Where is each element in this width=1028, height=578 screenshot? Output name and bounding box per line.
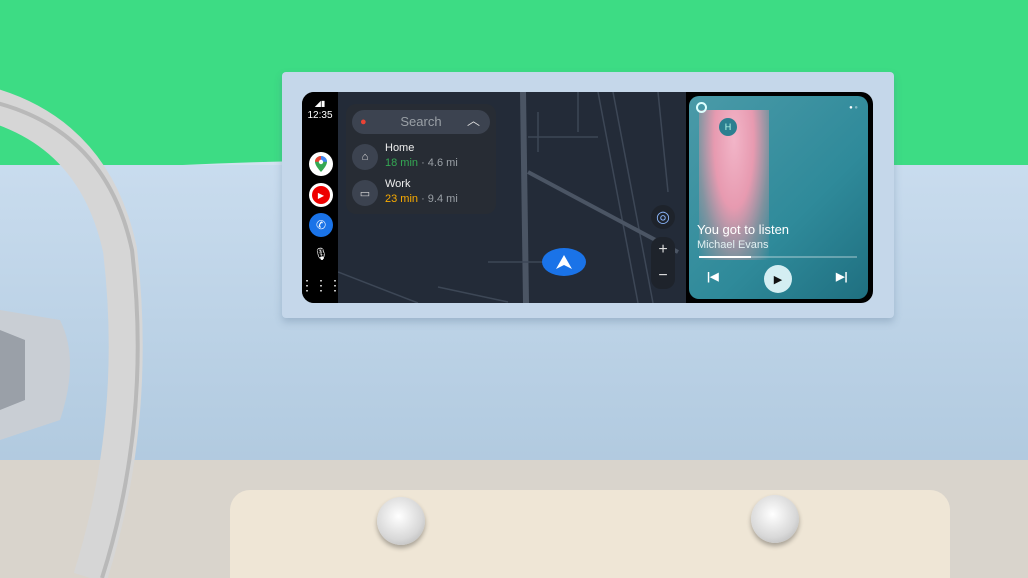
track-artist: Michael Evans <box>697 239 769 251</box>
page-indicator: ● ● <box>849 105 858 111</box>
center-console <box>230 490 950 578</box>
search-bar[interactable]: ● Search ︿ <box>352 110 490 134</box>
progress-fill <box>699 256 752 258</box>
progress-bar[interactable] <box>699 256 857 258</box>
eta-distance: · 9.4 mi <box>418 193 458 205</box>
briefcase-icon: ▭ <box>352 180 378 206</box>
headphones: H <box>719 118 737 136</box>
recenter-button[interactable]: ◎ <box>651 205 675 229</box>
chevron-up-icon[interactable]: ︿ <box>467 109 480 133</box>
previous-track-button[interactable]: |◀ <box>707 270 719 283</box>
next-track-button[interactable]: ▶| <box>836 270 848 283</box>
destination-eta: 23 min · 9.4 mi <box>385 193 458 205</box>
zoom-controls: + − <box>651 237 675 289</box>
navigation-arrow-icon <box>542 248 586 276</box>
track-title: You got to listen <box>697 222 790 237</box>
search-placeholder: Search <box>400 114 442 129</box>
recenter-icon: ◎ <box>656 209 670 226</box>
media-card[interactable]: H ● ● You got to listen Michael Evans |◀… <box>689 96 868 299</box>
destination-name: Work <box>385 178 411 190</box>
destination-work[interactable]: ▭ Work 23 min · 9.4 mi <box>352 176 492 212</box>
home-icon: ⌂ <box>352 144 378 170</box>
destinations-card: ● Search ︿ ⌂ Home 18 min · 4.6 mi ▭ Work… <box>346 104 496 214</box>
google-maps-icon[interactable] <box>309 152 333 176</box>
destination-home[interactable]: ⌂ Home 18 min · 4.6 mi <box>352 140 492 176</box>
play-button[interactable]: ▶ <box>764 265 792 293</box>
android-auto-screen: ◢▮ 12:35 ▶ ✆ 🎙︎ ⋮⋮⋮ ● Search ︿ ⌂ Home 18… <box>302 92 873 303</box>
zoom-in-button[interactable]: + <box>658 237 667 263</box>
phone-icon[interactable]: ✆ <box>309 213 333 237</box>
right-knob <box>751 495 799 543</box>
clock: 12:35 <box>307 110 333 121</box>
google-maps-icon: ● <box>360 116 367 128</box>
eta-distance: · 4.6 mi <box>418 157 458 169</box>
map-view[interactable]: ● Search ︿ ⌂ Home 18 min · 4.6 mi ▭ Work… <box>338 92 686 303</box>
eta-time: 18 min <box>385 157 419 169</box>
zoom-out-button[interactable]: − <box>658 263 667 289</box>
destination-eta: 18 min · 4.6 mi <box>385 157 458 169</box>
youtube-music-icon <box>696 102 707 113</box>
signal-battery-icon: ◢▮ <box>314 99 326 108</box>
left-knob <box>377 497 425 545</box>
youtube-music-icon[interactable]: ▶ <box>309 183 333 207</box>
destination-name: Home <box>385 142 415 154</box>
microphone-icon[interactable]: 🎙︎ <box>309 242 333 266</box>
app-rail: ◢▮ 12:35 ▶ ✆ 🎙︎ ⋮⋮⋮ <box>302 92 342 303</box>
steering-wheel <box>0 89 143 578</box>
status-bar: ◢▮ 12:35 <box>302 98 338 122</box>
app-grid-icon[interactable]: ⋮⋮⋮ <box>302 273 342 297</box>
eta-time: 23 min <box>385 193 419 205</box>
